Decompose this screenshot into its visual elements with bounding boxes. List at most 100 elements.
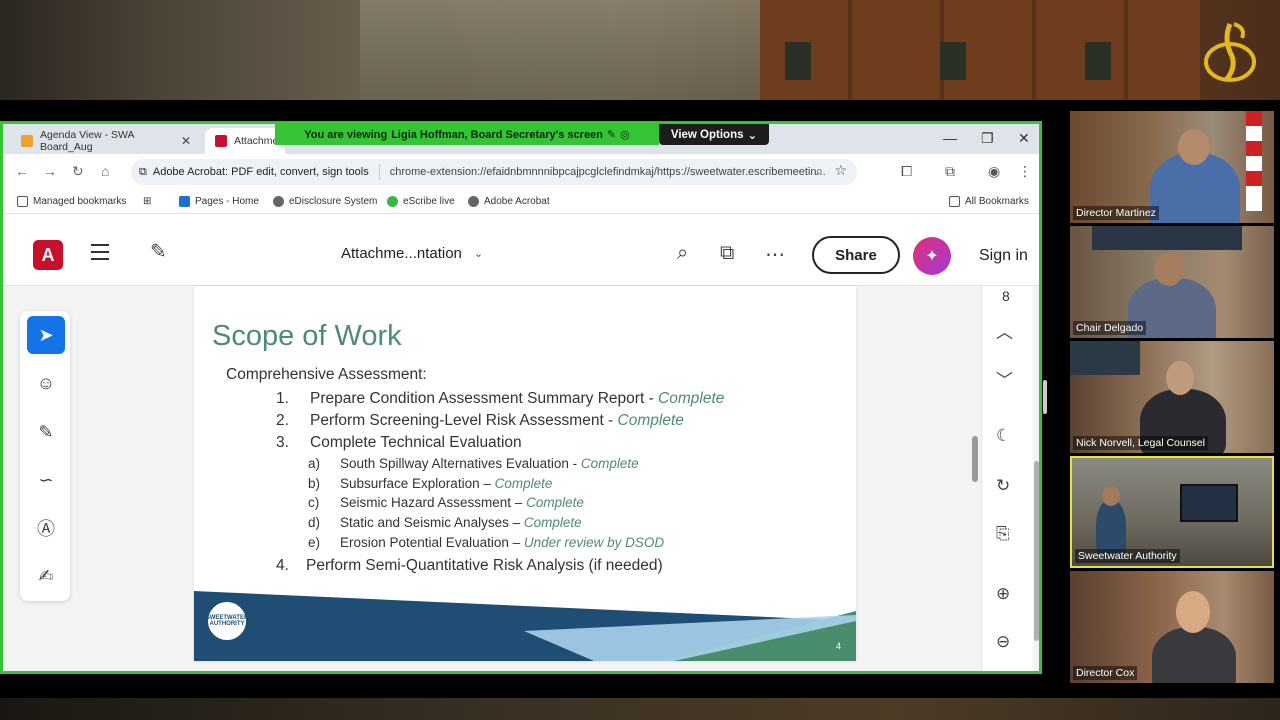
forward-icon[interactable]: →	[43, 163, 57, 179]
participant-tile[interactable]: Director Cox	[1070, 571, 1274, 683]
home-icon[interactable]: ⌂	[101, 163, 109, 179]
participant-head	[1176, 591, 1210, 633]
draw-freehand-icon[interactable]: ∽	[27, 461, 65, 499]
sub-item-status: Complete	[580, 456, 639, 471]
participant-body	[1152, 627, 1236, 683]
wall-panel	[940, 42, 966, 80]
sub-item: a) South Spillway Alternatives Evaluatio…	[226, 454, 724, 474]
slide-footer-band	[194, 591, 856, 661]
share-button[interactable]: Share	[812, 236, 900, 274]
more-options-icon[interactable]: ⋯	[765, 242, 785, 267]
folder-icon	[17, 196, 28, 207]
acrobat-favicon-icon	[215, 135, 227, 147]
bookmark-pages-home[interactable]: Pages - Home	[179, 196, 259, 207]
bookmark-escribe[interactable]: eScribe live	[387, 196, 455, 207]
participant-tile[interactable]: Chair Delgado	[1070, 226, 1274, 338]
menu-dots-icon[interactable]: ⋮	[1018, 163, 1032, 180]
zoom-icon[interactable]: ⌕	[816, 163, 823, 179]
bookmark-label: eDisclosure System	[289, 196, 378, 207]
profile-icon[interactable]: ◉	[988, 163, 1000, 180]
participant-head	[1178, 129, 1210, 165]
wall-monitor	[1092, 226, 1242, 250]
meeting-view: Agenda View - SWA Board_Aug ✕ Attachmen …	[0, 0, 1280, 720]
zoom-out-icon[interactable]: ⊖	[996, 632, 1010, 652]
page-scroll-thumb[interactable]	[972, 436, 978, 482]
bookmark-star-icon[interactable]: ☆	[834, 162, 847, 179]
window-close-icon[interactable]: ✕	[1018, 130, 1030, 147]
right-tool-panel: 8 ︿ ﹀ ☾ ↻ ⎘ ⊕ ⊖	[981, 286, 1033, 671]
ai-assistant-icon[interactable]: ✦	[913, 237, 951, 275]
acrobat-logo-icon[interactable]: A	[33, 240, 63, 270]
all-bookmarks-label: All Bookmarks	[965, 196, 1029, 207]
wall-monitor	[1070, 341, 1140, 375]
reload-icon[interactable]: ↻	[72, 163, 84, 180]
highlight-pen-icon[interactable]: ✎	[27, 413, 65, 451]
view-options-button[interactable]: View Options ⌄	[659, 124, 769, 145]
participant-tile[interactable]: Director Martinez	[1070, 111, 1274, 223]
address-bar[interactable]: ⧉ Adobe Acrobat: PDF edit, convert, sign…	[131, 159, 857, 185]
participant-name: Director Martinez	[1073, 206, 1159, 220]
sub-item-status: Complete	[494, 475, 553, 491]
sub-item-status: Under review by DSOD	[523, 534, 665, 550]
agenda-favicon-icon	[21, 135, 33, 147]
seal-text: SWEETWATER AUTHORITY	[205, 615, 249, 627]
ai-edit-icon[interactable]: ✎	[150, 239, 167, 264]
site-info[interactable]: ⧉ Adobe Acrobat: PDF edit, convert, sign…	[131, 164, 380, 180]
browser-tab-attachment[interactable]: Attachmen	[205, 128, 285, 154]
shared-screen: Agenda View - SWA Board_Aug ✕ Attachmen …	[0, 121, 1042, 674]
window-scroll-thumb[interactable]	[1034, 461, 1039, 641]
cast-icon[interactable]: ⧉	[945, 163, 955, 180]
wood-panels	[760, 0, 1200, 100]
bookmark-edisclosure[interactable]: eDisclosure System	[273, 196, 377, 207]
zoom-in-icon[interactable]: ⊕	[996, 584, 1010, 604]
sub-item-letter: e)	[308, 534, 321, 550]
document-title[interactable]: Attachme...ntation ⌄	[341, 245, 483, 262]
gallery-resize-handle[interactable]	[1043, 380, 1047, 414]
select-cursor-icon[interactable]: ➤	[27, 316, 65, 354]
folder-icon	[949, 196, 960, 207]
search-icon[interactable]: ⌕	[677, 242, 688, 265]
item-number: 3.	[276, 434, 289, 451]
sub-item-text: Seismic Hazard Assessment –	[340, 495, 527, 511]
participant-head	[1154, 252, 1184, 286]
minimize-icon[interactable]: —	[943, 130, 957, 146]
screen-share-banner: You are viewing Ligia Hoffman, Board Sec…	[275, 124, 659, 145]
bookmark-managed[interactable]: Managed bookmarks	[17, 196, 126, 207]
extensions-icon[interactable]: ⧠	[901, 163, 912, 180]
item-text: Complete Technical Evaluation	[310, 434, 522, 451]
all-bookmarks[interactable]: All Bookmarks	[949, 196, 1029, 207]
flag	[1246, 111, 1262, 211]
chevron-up-icon[interactable]: ︿	[996, 318, 1013, 343]
comment-icon[interactable]: ☺	[27, 364, 65, 402]
chevron-down-icon: ⌄	[747, 129, 758, 142]
sub-item-text: Subsurface Exploration –	[340, 475, 495, 491]
participant-name: Director Cox	[1073, 666, 1138, 680]
apps-icon[interactable]: ⊞	[143, 196, 151, 207]
participant-name: Chair Delgado	[1073, 321, 1147, 335]
maximize-icon[interactable]: ❐	[981, 130, 994, 147]
tab-close-icon[interactable]: ✕	[181, 134, 191, 148]
back-icon[interactable]: ←	[15, 163, 29, 179]
dark-mode-icon[interactable]: ☾	[996, 426, 1011, 446]
participant-name: Sweetwater Authority	[1075, 549, 1180, 563]
add-text-icon[interactable]: Ⓐ	[27, 509, 65, 547]
url-text[interactable]: chrome-extension://efaidnbmnnnibpcajpcgl…	[380, 166, 850, 178]
sign-icon[interactable]: ✍	[27, 557, 65, 595]
document-title-text: Attachme...ntation	[341, 245, 462, 262]
browser-tab-agenda[interactable]: Agenda View - SWA Board_Aug ✕	[11, 128, 201, 154]
slide-lead: Comprehensive Assessment:	[226, 366, 427, 383]
sign-in-link[interactable]: Sign in	[979, 247, 1028, 265]
item-number: 1.	[276, 390, 289, 407]
participant-tile[interactable]: Nick Norvell, Legal Counsel	[1070, 341, 1274, 453]
sweetwater-seal-icon: SWEETWATER AUTHORITY	[206, 600, 248, 642]
hamburger-menu-icon[interactable]	[91, 244, 109, 260]
page-export-icon[interactable]: ⎘	[996, 524, 1010, 544]
bookmark-adobe[interactable]: Adobe Acrobat	[468, 196, 550, 207]
sub-item-letter: d)	[308, 515, 321, 531]
wall-panel	[1085, 42, 1111, 80]
pages-icon[interactable]: ⧉	[720, 242, 734, 265]
chevron-down-icon[interactable]: ﹀	[996, 366, 1013, 391]
left-tool-panel: ➤ ☺ ✎ ∽ Ⓐ ✍	[20, 311, 70, 601]
participant-tile-active[interactable]: Sweetwater Authority	[1070, 456, 1274, 568]
rotate-icon[interactable]: ↻	[996, 476, 1010, 496]
